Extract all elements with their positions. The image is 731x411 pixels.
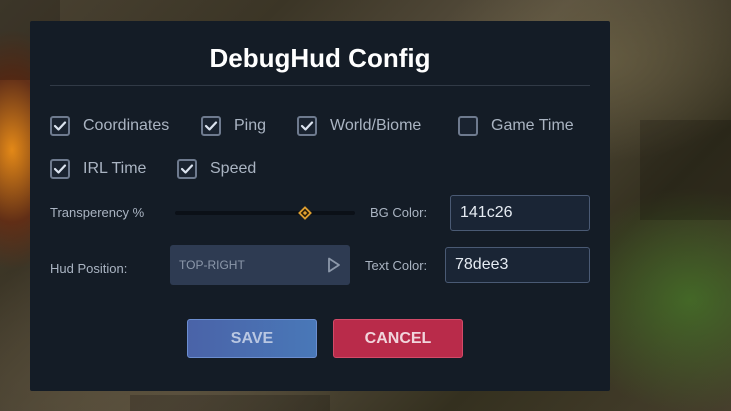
bg-color-label: BG Color: [370, 205, 428, 220]
checkbox-world-biome[interactable] [297, 116, 317, 136]
dialog-title: DebugHud Config [209, 43, 431, 73]
check-icon [53, 164, 67, 174]
hud-position-select[interactable]: TOP-RIGHT [170, 245, 350, 285]
diamond-icon[interactable] [298, 206, 312, 220]
check-icon [204, 121, 218, 131]
option-label: Speed [210, 160, 257, 177]
save-button[interactable]: SAVE [187, 319, 317, 358]
checkbox-coordinates[interactable] [50, 116, 70, 136]
transparency-label: Transperency % [50, 205, 145, 220]
option-speed[interactable]: Speed [177, 157, 256, 181]
option-game-time[interactable]: Game Time [458, 114, 574, 138]
option-world-biome[interactable]: World/Biome [297, 114, 421, 138]
hud-position-value: TOP-RIGHT [179, 258, 245, 272]
check-icon [300, 121, 314, 131]
title-divider [50, 85, 590, 86]
checkbox-game-time[interactable] [458, 116, 478, 136]
checkbox-irl-time[interactable] [50, 159, 70, 179]
cancel-button[interactable]: CANCEL [333, 319, 463, 358]
background-block [130, 395, 330, 411]
check-icon [180, 164, 194, 174]
option-ping[interactable]: Ping [201, 114, 266, 138]
check-icon [53, 121, 67, 131]
option-label: World/Biome [330, 117, 422, 134]
text-color-label: Text Color: [365, 258, 428, 273]
hud-position-label: Hud Position: [50, 261, 128, 276]
checkbox-ping[interactable] [201, 116, 221, 136]
option-label: IRL Time [83, 160, 147, 177]
background-block [640, 120, 731, 220]
option-label: Game Time [491, 117, 574, 134]
bg-color-input[interactable] [450, 195, 590, 231]
text-color-input[interactable] [445, 247, 590, 283]
option-label: Ping [234, 117, 267, 134]
debughud-config-dialog: DebugHud Config Coordinates Ping World/B… [30, 21, 610, 391]
option-label: Coordinates [83, 117, 170, 134]
option-coordinates[interactable]: Coordinates [50, 114, 169, 138]
option-irl-time[interactable]: IRL Time [50, 157, 146, 181]
transparency-slider-track[interactable] [175, 211, 355, 215]
checkbox-speed[interactable] [177, 159, 197, 179]
play-triangle-icon [328, 257, 340, 273]
